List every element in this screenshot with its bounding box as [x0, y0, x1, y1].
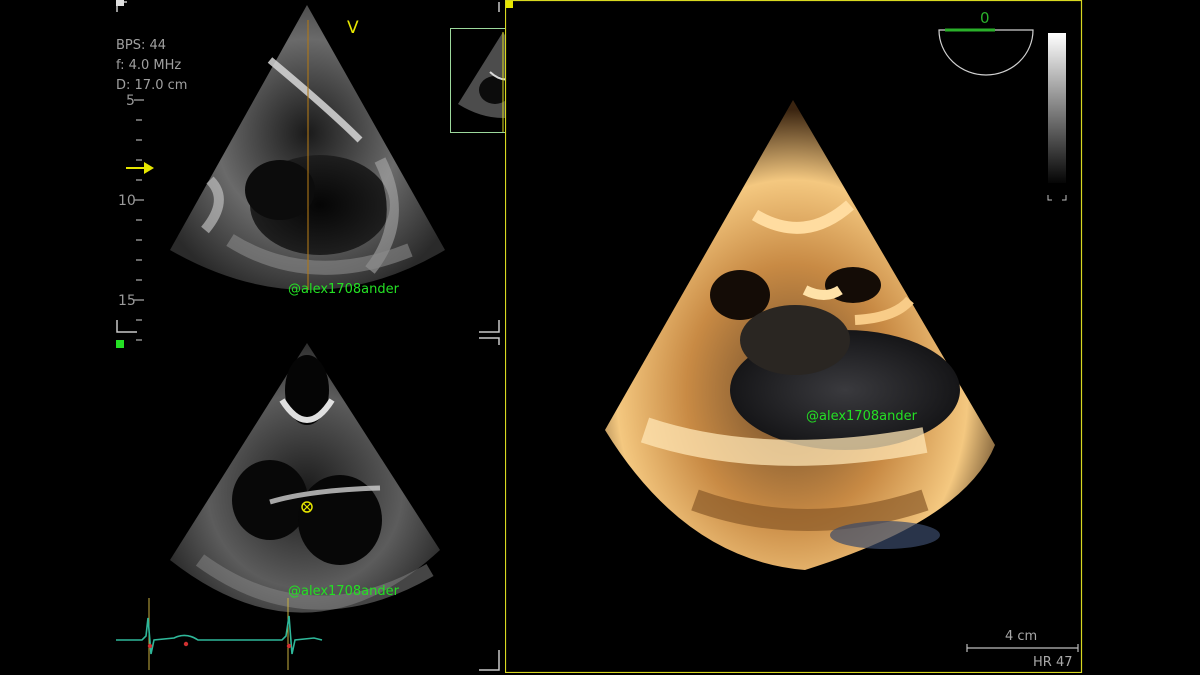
volume-3d-view[interactable] — [505, 0, 1083, 673]
rotation-angle: 0 — [980, 9, 990, 27]
scale-bar-label: 4 cm — [1005, 629, 1038, 644]
watermark-bottom-2d: @alex1708ander — [288, 584, 399, 599]
grayscale-bar-icon — [1047, 33, 1067, 201]
watermark-top-2d: @alex1708ander — [288, 282, 399, 297]
watermark-3d: @alex1708ander — [806, 409, 917, 424]
marker-circle-icon[interactable] — [300, 500, 314, 514]
heart-rate: HR 47 — [1033, 655, 1073, 670]
ecg-trace — [116, 598, 323, 670]
